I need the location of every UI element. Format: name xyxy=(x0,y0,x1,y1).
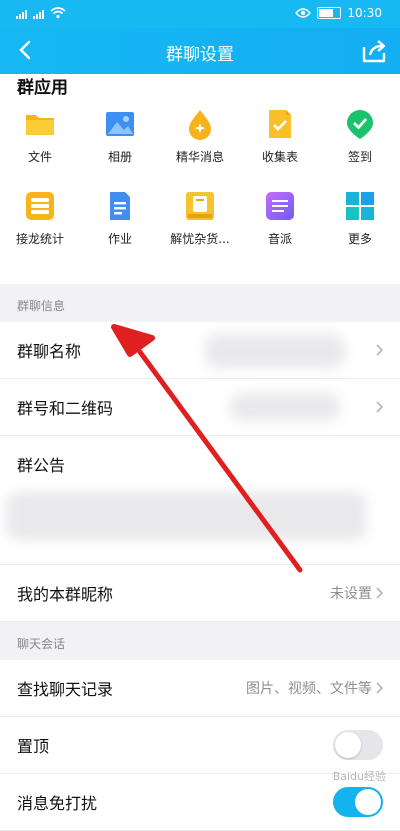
group-qr-label: 群号和二维码 xyxy=(17,399,114,418)
app-label: 解忧杂货... xyxy=(170,232,230,246)
redacted-notice xyxy=(6,492,366,540)
redacted-value xyxy=(205,334,345,368)
status-time: 10:30 xyxy=(347,6,382,20)
apps-title: 群应用 xyxy=(0,74,400,104)
checkin-icon xyxy=(347,110,373,139)
my-nickname-value: 未设置 xyxy=(330,586,372,602)
app-files[interactable]: 文件 xyxy=(0,104,80,186)
redacted-value xyxy=(230,393,340,421)
app-homework[interactable]: 作业 xyxy=(80,186,160,268)
app-relay[interactable]: 接龙统计 xyxy=(0,186,80,268)
toggle-knob xyxy=(335,732,361,758)
pin-toggle[interactable] xyxy=(333,730,383,760)
page-title: 群聊设置 xyxy=(166,45,234,65)
album-icon xyxy=(106,112,134,136)
app-label: 更多 xyxy=(347,232,372,246)
my-nickname-row[interactable]: 我的本群昵称 未设置 xyxy=(0,565,400,622)
app-more[interactable]: 更多 xyxy=(320,186,400,268)
nav-bar: 群聊设置 xyxy=(0,28,400,74)
watermark: Baidu经验 xyxy=(332,770,386,783)
music-icon xyxy=(266,192,294,220)
app-label: 精华消息 xyxy=(175,150,224,164)
app-checkin[interactable]: 签到 xyxy=(320,104,400,186)
app-form[interactable]: 收集表 xyxy=(240,104,320,186)
group-name-label: 群聊名称 xyxy=(17,342,82,361)
store-icon xyxy=(186,192,214,220)
chevron-right-icon xyxy=(376,682,384,694)
battery-icon xyxy=(317,7,342,19)
app-label: 作业 xyxy=(107,232,132,246)
pin-row: 置顶 xyxy=(0,717,400,774)
signal-icon xyxy=(33,8,44,19)
dnd-label: 消息免打扰 xyxy=(17,794,98,813)
section-header-chat: 聊天会话 xyxy=(0,622,400,660)
app-music[interactable]: 音派 xyxy=(240,186,320,268)
form-icon xyxy=(269,110,291,138)
homework-icon xyxy=(110,192,130,220)
app-label: 文件 xyxy=(27,150,52,164)
essence-icon xyxy=(189,110,211,140)
my-nickname-label: 我的本群昵称 xyxy=(17,585,114,604)
status-left xyxy=(16,7,66,19)
dnd-toggle[interactable] xyxy=(333,787,383,817)
app-label: 签到 xyxy=(347,150,372,164)
section-header-group-info: 群聊信息 xyxy=(0,284,400,322)
app-label: 收集表 xyxy=(261,150,298,164)
chevron-right-icon xyxy=(376,344,384,356)
status-right: 10:30 xyxy=(295,6,382,20)
pin-label: 置顶 xyxy=(17,737,50,756)
search-history-row[interactable]: 查找聊天记录 图片、视频、文件等 xyxy=(0,660,400,717)
more-grid-icon xyxy=(346,192,374,220)
group-qr-row[interactable]: 群号和二维码 xyxy=(0,379,400,436)
app-label: 音派 xyxy=(267,232,292,246)
search-history-label: 查找聊天记录 xyxy=(17,680,114,699)
share-icon[interactable] xyxy=(360,37,388,65)
chevron-right-icon xyxy=(376,587,384,599)
search-history-value: 图片、视频、文件等 xyxy=(246,681,372,697)
group-notice-row[interactable]: 群公告 xyxy=(0,436,400,565)
signal-icon xyxy=(16,8,27,19)
toggle-knob xyxy=(355,789,381,815)
app-essence[interactable]: 精华消息 xyxy=(160,104,240,186)
chevron-right-icon xyxy=(376,401,384,413)
wifi-icon xyxy=(50,7,66,19)
settings-content: 群应用 文件 相册 精华消息 收集表 签到 接龙统计 作业 解忧杂货... 音派… xyxy=(0,74,400,831)
folder-icon xyxy=(26,115,54,135)
app-label: 接龙统计 xyxy=(15,232,64,246)
apps-grid: 文件 相册 精华消息 收集表 签到 接龙统计 作业 解忧杂货... 音派 更多 xyxy=(0,104,400,284)
eye-icon xyxy=(295,8,312,18)
app-label: 相册 xyxy=(107,150,132,164)
group-notice-label: 群公告 xyxy=(17,456,66,475)
app-store[interactable]: 解忧杂货... xyxy=(160,186,240,268)
group-name-row[interactable]: 群聊名称 xyxy=(0,322,400,379)
relay-icon xyxy=(26,192,54,220)
app-album[interactable]: 相册 xyxy=(80,104,160,186)
status-bar: 10:30 xyxy=(0,0,400,28)
